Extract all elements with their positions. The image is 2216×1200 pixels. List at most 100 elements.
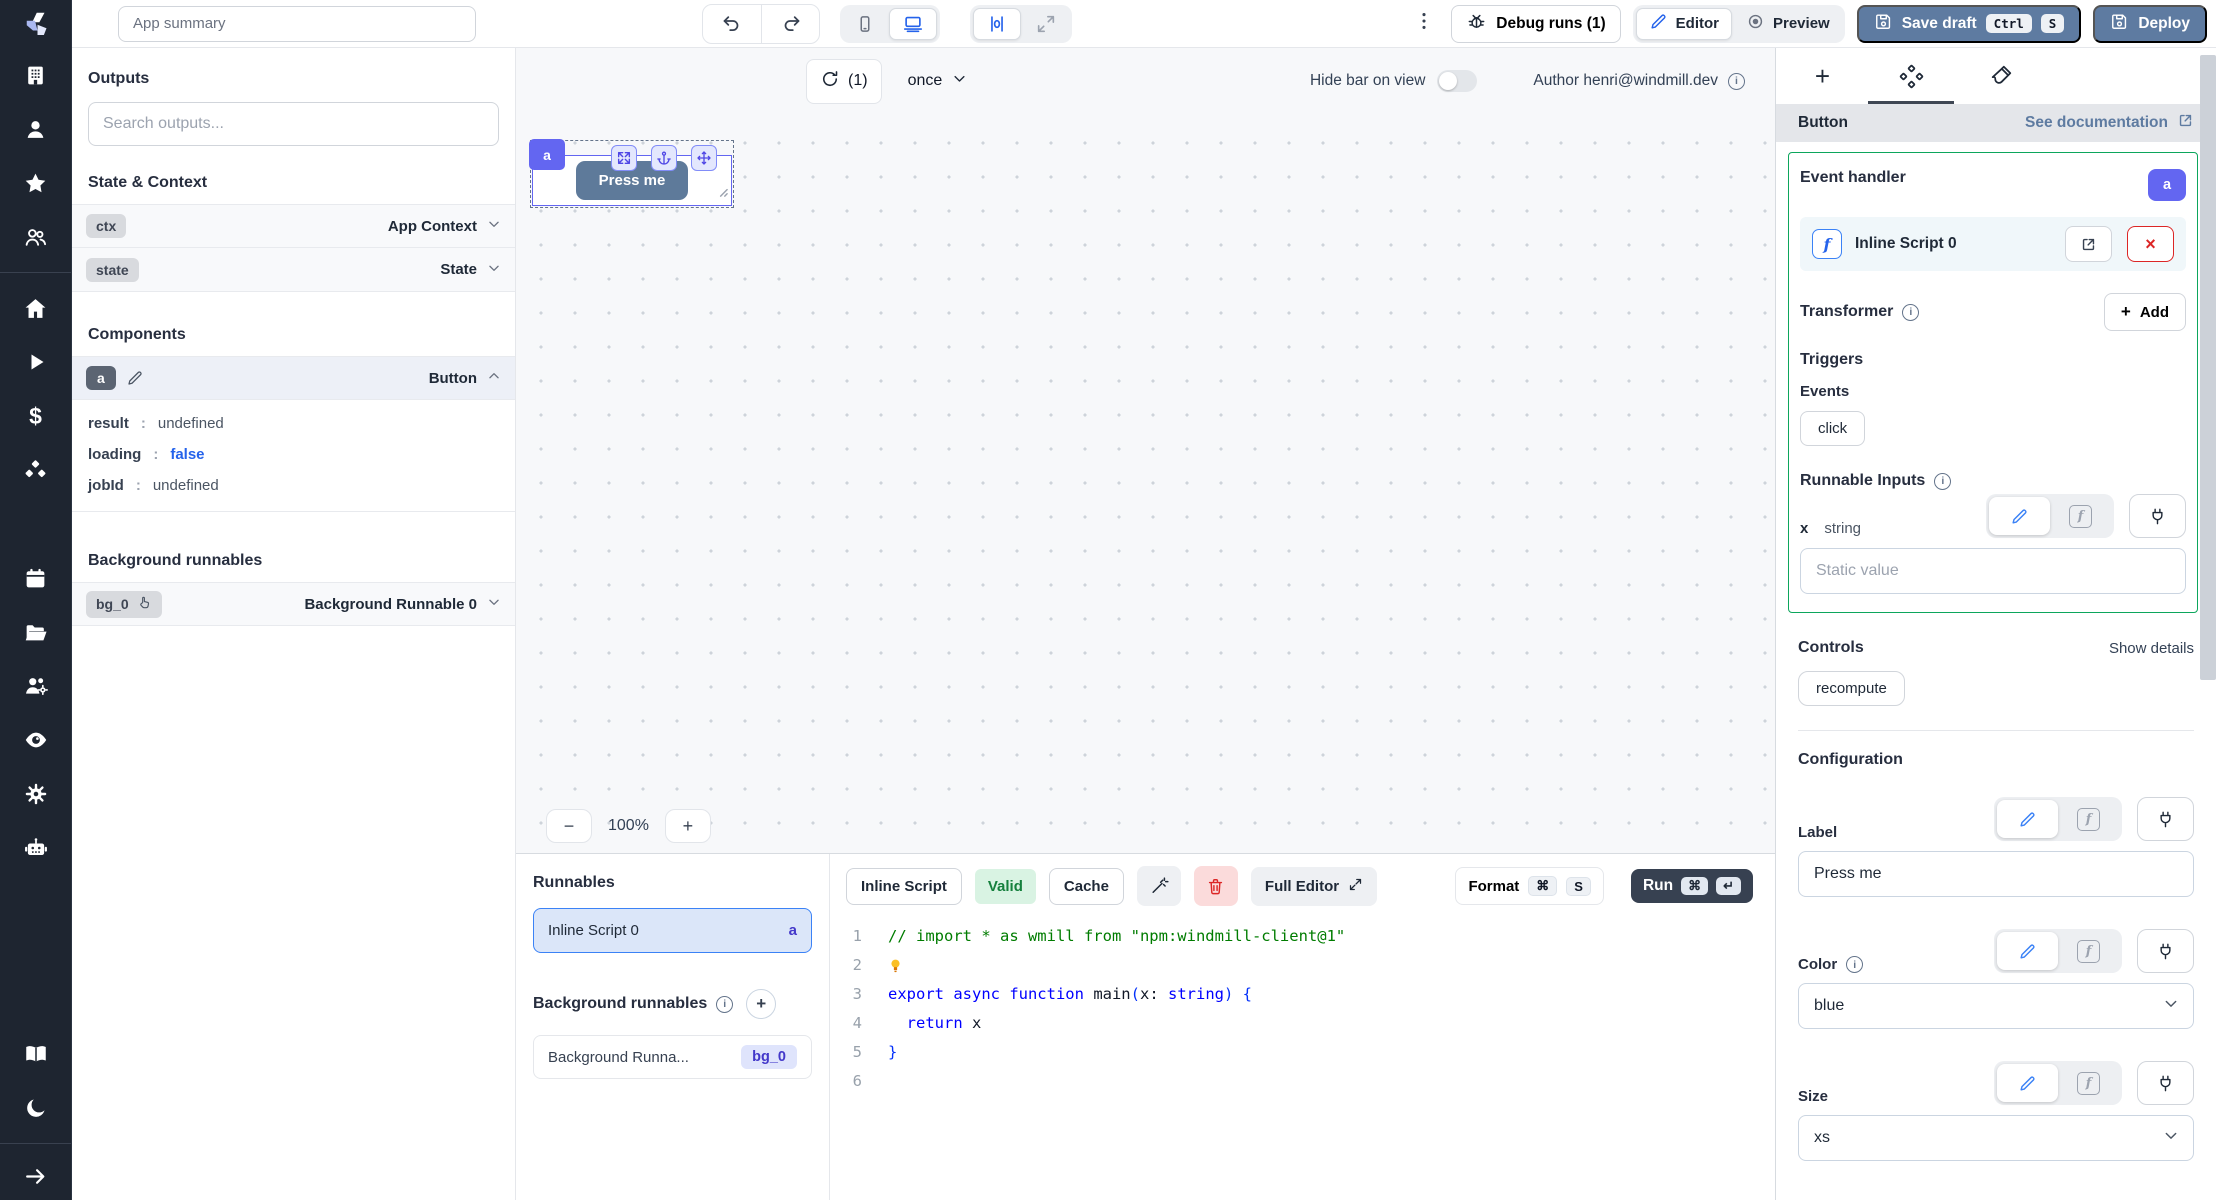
schedules-icon[interactable] (0, 551, 71, 605)
workspace-icon[interactable] (0, 48, 71, 102)
desktop-view-button[interactable] (889, 7, 937, 40)
scrollbar-thumb[interactable] (2200, 55, 2216, 680)
bg-runnable-item[interactable]: Background Runna... bg_0 (533, 1035, 812, 1079)
info-icon[interactable] (1846, 956, 1864, 973)
selected-component-outline[interactable]: a Press me (529, 139, 734, 208)
connect-plug-icon[interactable] (2137, 797, 2194, 841)
undo-button[interactable] (703, 5, 761, 43)
refresh-button[interactable]: (1) (806, 58, 882, 104)
static-mode-pencil-icon[interactable] (1997, 1064, 2058, 1102)
add-bg-runnable-button[interactable] (746, 989, 777, 1019)
anchor-handle-icon[interactable] (651, 145, 677, 171)
info-icon[interactable] (1934, 472, 1952, 490)
expand-handle-icon[interactable] (611, 145, 637, 171)
redo-button[interactable] (761, 4, 819, 43)
component-a-row[interactable]: a Button (72, 356, 515, 400)
info-icon[interactable] (716, 995, 734, 1013)
chevron-down-icon[interactable] (487, 217, 501, 235)
variables-icon[interactable] (0, 389, 71, 443)
home-icon[interactable] (0, 281, 71, 335)
delete-script-button[interactable] (1193, 866, 1238, 906)
debug-runs-button[interactable]: Debug runs (1) (1451, 4, 1621, 43)
static-mode-pencil-icon[interactable] (1997, 932, 2058, 970)
chevron-down-icon[interactable] (487, 595, 501, 613)
run-button[interactable]: Run ⌘ ↵ (1630, 869, 1753, 903)
center-layout-button[interactable] (973, 7, 1021, 40)
divider (1798, 730, 2194, 731)
detach-script-button[interactable] (2127, 226, 2174, 262)
connect-plug-icon[interactable] (2137, 929, 2194, 973)
dark-mode-moon-icon[interactable] (0, 1081, 71, 1135)
open-script-button[interactable] (2065, 226, 2112, 262)
chevron-down-icon[interactable] (487, 261, 501, 279)
info-icon[interactable] (1902, 303, 1920, 321)
settings-gear-icon[interactable] (0, 767, 71, 821)
ai-robot-icon[interactable] (0, 821, 71, 875)
eval-mode-function-icon[interactable] (2058, 932, 2119, 970)
background-runnables-title: Background runnables (88, 552, 263, 569)
resize-corner-handle[interactable] (717, 184, 728, 202)
more-menu-icon[interactable] (1409, 10, 1439, 37)
deploy-button[interactable]: Deploy (2093, 4, 2207, 43)
users-icon[interactable] (0, 210, 71, 264)
code-lines[interactable]: // import * as wmill from "npm:windmill-… (878, 922, 1345, 1200)
inline-script-item[interactable]: Inline Script 0 a (533, 908, 812, 953)
format-button[interactable]: Format ⌘ S (1455, 867, 1604, 905)
search-outputs-input[interactable] (88, 102, 499, 146)
canvas-grid[interactable]: a Press me − 100% + (516, 114, 1775, 853)
static-mode-pencil-icon[interactable] (1989, 497, 2050, 535)
configuration-section: Configuration Label Color (1798, 751, 2194, 1161)
resources-icon[interactable] (0, 443, 71, 497)
styling-tab-brush-icon[interactable] (1956, 48, 2045, 104)
ctx-row[interactable]: ctx App Context (72, 204, 515, 248)
full-editor-button[interactable]: Full Editor (1250, 866, 1378, 906)
size-field-title: Size (1798, 1088, 1829, 1105)
ai-wand-button[interactable] (1136, 866, 1181, 906)
see-documentation-link[interactable]: See documentation (2025, 112, 2194, 134)
settings-tab-components-icon[interactable] (1867, 48, 1956, 104)
move-handle-icon[interactable] (691, 145, 717, 171)
outputs-panel: Outputs State & Context ctx App Context … (72, 48, 516, 1200)
zoom-in-button[interactable]: + (664, 809, 711, 843)
collapse-arrow-icon[interactable] (0, 1152, 71, 1200)
bg0-row[interactable]: bg_0 Background Runnable 0 (72, 582, 515, 626)
size-select[interactable]: xs (1798, 1115, 2194, 1161)
state-row[interactable]: state State (72, 248, 515, 292)
cache-button[interactable]: Cache (1048, 867, 1124, 905)
audit-eye-icon[interactable] (0, 713, 71, 767)
color-select[interactable]: blue (1798, 983, 2194, 1029)
eval-mode-function-icon[interactable] (2058, 800, 2119, 838)
chevron-up-icon[interactable] (487, 369, 501, 387)
save-draft-button[interactable]: Save draft Ctrl S (1856, 4, 2082, 43)
eval-mode-function-icon[interactable] (2050, 497, 2111, 535)
info-icon[interactable] (1728, 72, 1745, 90)
star-icon[interactable] (0, 156, 71, 210)
groups-icon[interactable] (0, 659, 71, 713)
state-id-badge: state (86, 257, 139, 282)
show-details-link[interactable]: Show details (2109, 640, 2194, 657)
docs-book-icon[interactable] (0, 1027, 71, 1081)
folders-icon[interactable] (0, 605, 71, 659)
fullscreen-layout-button[interactable] (1023, 8, 1069, 40)
connect-plug-icon[interactable] (2137, 1061, 2194, 1105)
add-transformer-button[interactable]: Add (2103, 293, 2186, 331)
app-summary-input[interactable] (118, 5, 476, 42)
schedule-select[interactable]: once (908, 71, 968, 91)
connect-plug-icon[interactable] (2129, 494, 2186, 538)
insert-tab-plus-icon[interactable] (1778, 48, 1867, 104)
user-icon[interactable] (0, 102, 71, 156)
mobile-view-button[interactable] (843, 8, 887, 40)
inline-script-tab[interactable]: Inline Script (846, 867, 962, 905)
label-value-input[interactable] (1798, 851, 2194, 897)
editor-tab[interactable]: Editor (1635, 7, 1732, 40)
runs-icon[interactable] (0, 335, 71, 389)
zoom-out-button[interactable]: − (546, 809, 592, 843)
preview-tab[interactable]: Preview (1734, 8, 1842, 40)
static-mode-pencil-icon[interactable] (1997, 800, 2058, 838)
code-editor[interactable]: 123456 // import * as wmill from "npm:wi… (830, 918, 1753, 1200)
rename-pencil-icon[interactable] (126, 369, 144, 387)
hide-bar-toggle[interactable] (1437, 70, 1478, 92)
static-value-input[interactable] (1800, 548, 2186, 594)
windmill-logo[interactable] (0, 0, 71, 48)
eval-mode-function-icon[interactable] (2058, 1064, 2119, 1102)
